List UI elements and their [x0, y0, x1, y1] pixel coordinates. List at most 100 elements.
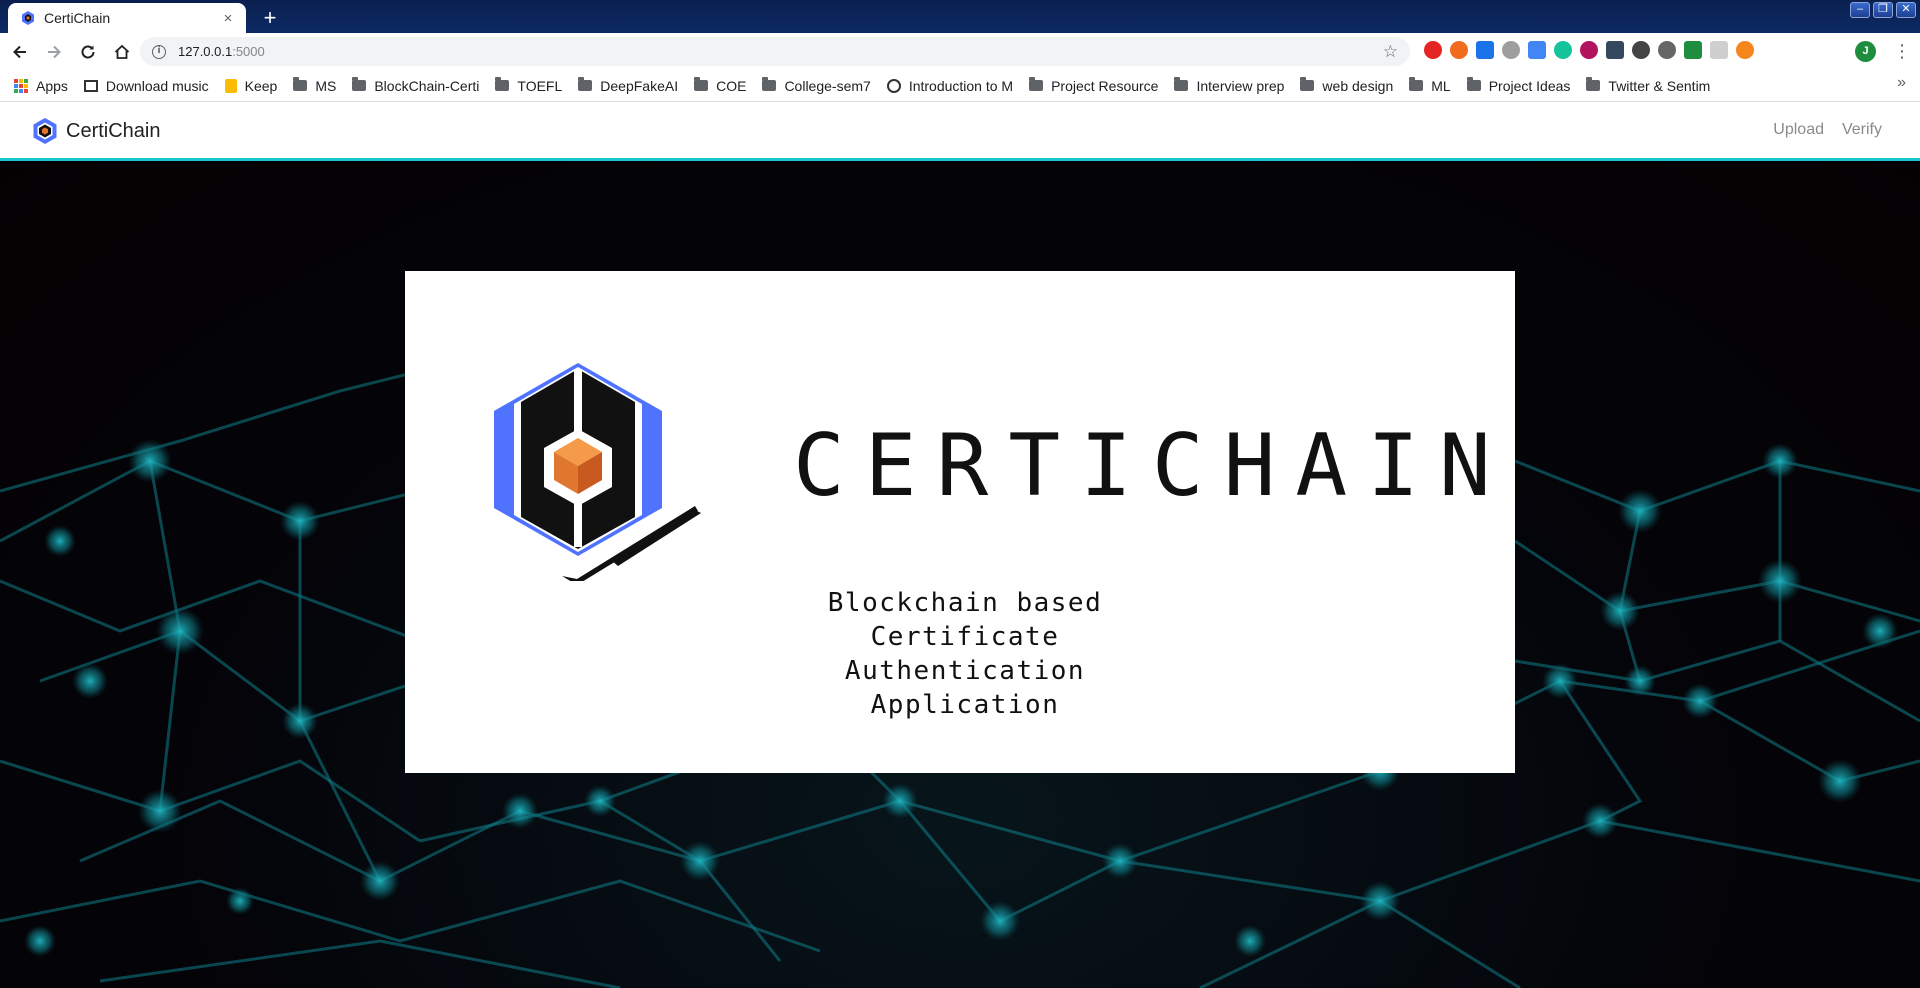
- certichain-hexagon-logo-icon: [494, 363, 701, 581]
- nav-links: Upload Verify: [1773, 121, 1882, 139]
- extension-fox-icon[interactable]: [1736, 41, 1754, 59]
- bookmark-label: Introduction to M: [908, 77, 1014, 94]
- browser-tab[interactable]: CertiChain ×: [8, 3, 246, 33]
- extension-grey-circle-icon[interactable]: [1502, 41, 1520, 59]
- extension-vue-icon[interactable]: [1606, 41, 1624, 59]
- bookmark-label: TOEFL: [517, 77, 563, 94]
- bookmark-keep[interactable]: Keep: [219, 74, 284, 98]
- certichain-logo-icon: [33, 118, 57, 144]
- new-tab-button[interactable]: +: [256, 5, 284, 33]
- site-navbar: CertiChain Upload Verify: [0, 102, 1920, 161]
- bookmarks-overflow-button[interactable]: »: [1897, 74, 1906, 92]
- site-info-icon[interactable]: i: [152, 44, 166, 59]
- folder-icon: [293, 77, 308, 91]
- certichain-favicon-icon: [20, 10, 36, 26]
- bookmark-label: COE: [716, 77, 747, 94]
- folder-icon: [694, 77, 709, 91]
- bookmark-star-icon[interactable]: ☆: [1383, 42, 1398, 62]
- browser-titlebar: CertiChain × + – ❐ ✕: [0, 0, 1920, 33]
- url-port: :5000: [232, 44, 265, 59]
- extension-dots-icon[interactable]: [1580, 41, 1598, 59]
- globe-icon: [886, 78, 901, 93]
- apps-icon: [14, 78, 28, 93]
- brand-link[interactable]: CertiChain: [32, 117, 160, 145]
- minimize-button[interactable]: –: [1850, 2, 1870, 18]
- bookmark-folder-web-design[interactable]: web design: [1294, 74, 1399, 98]
- address-bar[interactable]: i 127.0.0.1 :5000 ☆: [140, 37, 1410, 66]
- bookmark-label: College-sem7: [784, 77, 871, 94]
- bookmark-folder-ml[interactable]: ML: [1403, 74, 1456, 98]
- bookmark-label: Keep: [244, 77, 278, 94]
- arrow-right-icon: [48, 45, 61, 58]
- banner-subtitle: Blockchain based Certificate Authenticat…: [827, 588, 1103, 720]
- music-icon: [83, 79, 98, 92]
- forward-button[interactable]: [40, 38, 68, 66]
- folder-icon: [1174, 77, 1189, 91]
- bookmark-folder-blockchain[interactable]: BlockChain-Certi: [346, 74, 485, 98]
- bookmark-label: Interview prep: [1196, 77, 1285, 94]
- bookmark-folder-toefl[interactable]: TOEFL: [489, 74, 568, 98]
- profile-avatar[interactable]: J: [1855, 41, 1876, 62]
- extension-red-icon[interactable]: [1424, 41, 1442, 59]
- bookmarks-bar: Apps Download music Keep MS BlockChain-C…: [0, 70, 1920, 102]
- extension-s-icon[interactable]: [1476, 41, 1494, 59]
- bookmark-folder-twitter[interactable]: Twitter & Sentim: [1580, 74, 1716, 98]
- folder-icon: [1300, 77, 1315, 91]
- bookmark-label: DeepFakeAI: [600, 77, 679, 94]
- bookmark-folder-college-sem7[interactable]: College-sem7: [756, 74, 876, 98]
- extension-grammarly-icon[interactable]: [1554, 41, 1572, 59]
- extension-target-icon[interactable]: [1658, 41, 1676, 59]
- reload-button[interactable]: [74, 38, 102, 66]
- hero-banner: CERTICHAIN Blockchain based Certificate …: [405, 271, 1515, 773]
- folder-icon: [1029, 77, 1044, 91]
- reload-icon: [81, 45, 95, 58]
- bookmark-label: Apps: [36, 77, 68, 94]
- extension-fire-icon[interactable]: [1450, 41, 1468, 59]
- extensions-bar: [1424, 41, 1754, 59]
- bookmark-download-music[interactable]: Download music: [78, 74, 215, 98]
- banner-title: CERTICHAIN: [793, 416, 1511, 516]
- bookmark-label: MS: [315, 77, 337, 94]
- nav-verify-link[interactable]: Verify: [1842, 121, 1882, 139]
- folder-icon: [578, 77, 593, 91]
- nav-upload-link[interactable]: Upload: [1773, 121, 1824, 139]
- url-host: 127.0.0.1: [178, 44, 233, 59]
- bookmark-label: Project Ideas: [1488, 77, 1571, 94]
- bookmark-apps[interactable]: Apps: [8, 74, 74, 98]
- bookmark-folder-deepfakeai[interactable]: DeepFakeAI: [572, 74, 684, 98]
- bookmark-folder-project-resource[interactable]: Project Resource: [1023, 74, 1164, 98]
- bookmark-folder-ms[interactable]: MS: [287, 74, 342, 98]
- home-icon: [114, 44, 130, 59]
- browser-menu-icon[interactable]: ⋮: [1893, 39, 1911, 63]
- extension-translate-icon[interactable]: [1528, 41, 1546, 59]
- bookmark-label: Twitter & Sentim: [1608, 77, 1711, 94]
- folder-icon: [1409, 77, 1424, 91]
- window-controls: – ❐ ✕: [1850, 2, 1916, 18]
- bookmark-folder-project-ideas[interactable]: Project Ideas: [1461, 74, 1577, 98]
- home-button[interactable]: [108, 38, 136, 66]
- bookmark-label: ML: [1431, 77, 1451, 94]
- keep-icon: [224, 78, 237, 93]
- folder-icon: [1466, 77, 1481, 91]
- extension-mail-icon[interactable]: [1684, 41, 1702, 59]
- bookmark-folder-coe[interactable]: COE: [688, 74, 752, 98]
- bookmark-label: BlockChain-Certi: [374, 77, 480, 94]
- web-page: CertiChain Upload Verify CERTICHAIN Bloc…: [0, 102, 1920, 988]
- folder-icon: [762, 77, 777, 91]
- close-window-button[interactable]: ✕: [1896, 2, 1916, 18]
- tab-close-icon[interactable]: ×: [220, 10, 236, 27]
- bookmark-folder-interview-prep[interactable]: Interview prep: [1168, 74, 1290, 98]
- bookmark-label: web design: [1322, 77, 1394, 94]
- brand-name: CertiChain: [66, 119, 161, 142]
- restore-button[interactable]: ❐: [1873, 2, 1893, 18]
- back-button[interactable]: [6, 38, 34, 66]
- hero-section: CERTICHAIN Blockchain based Certificate …: [0, 161, 1920, 988]
- extension-square-icon[interactable]: [1710, 41, 1728, 59]
- extension-react-icon[interactable]: [1632, 41, 1650, 59]
- browser-toolbar: i 127.0.0.1 :5000 ☆ J ⋮: [0, 33, 1920, 70]
- bookmark-label: Project Resource: [1051, 77, 1159, 94]
- bookmark-label: Download music: [105, 77, 209, 94]
- folder-icon: [352, 77, 367, 91]
- folder-icon: [1586, 77, 1601, 91]
- bookmark-introduction[interactable]: Introduction to M: [881, 74, 1019, 98]
